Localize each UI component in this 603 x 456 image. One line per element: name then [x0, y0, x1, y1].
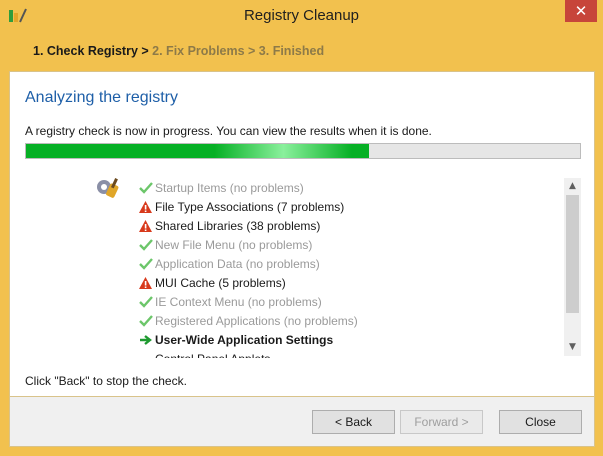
breadcrumb-step-check-registry: 1. Check Registry >	[33, 44, 149, 58]
check-list-item: Control Panel Applets	[137, 349, 557, 359]
check-list-item-label: Shared Libraries (38 problems)	[155, 218, 321, 233]
scroll-down-arrow-icon[interactable]: ▼	[564, 339, 581, 356]
check-list-item-label: User-Wide Application Settings	[155, 332, 334, 347]
scroll-up-arrow-icon[interactable]: ▲	[564, 178, 581, 195]
window-title: Registry Cleanup	[243, 7, 360, 24]
check-list-item: New File Menu (no problems)	[137, 235, 557, 254]
check-list-item-label: Application Data (no problems)	[155, 256, 320, 271]
back-button[interactable]: < Back	[312, 410, 395, 434]
check-list-item-label: File Type Associations (7 problems)	[155, 199, 345, 214]
checkmark-icon	[137, 237, 154, 252]
check-list-item: File Type Associations (7 problems)	[137, 197, 557, 216]
button-bar: < Back Forward > Close	[9, 397, 595, 447]
scan-progress-fill	[26, 144, 370, 158]
scan-progress-bar	[25, 143, 581, 159]
check-list-item-label: Registered Applications (no problems)	[155, 313, 358, 328]
forward-button[interactable]: Forward >	[400, 410, 483, 434]
gear-broom-icon	[97, 178, 119, 198]
check-list-item: Application Data (no problems)	[137, 254, 557, 273]
warning-triangle-icon	[137, 275, 154, 290]
check-list-item: MUI Cache (5 problems)	[137, 273, 557, 292]
checkmark-icon	[137, 313, 154, 328]
check-list-item-label: MUI Cache (5 problems)	[155, 275, 286, 290]
page-heading: Analyzing the registry	[25, 89, 178, 106]
check-list-item-label: Control Panel Applets	[155, 352, 270, 359]
check-list-item: Shared Libraries (38 problems)	[137, 216, 557, 235]
breadcrumb-remaining-steps: 2. Fix Problems > 3. Finished	[148, 44, 325, 58]
main-panel: Analyzing the registry A registry check …	[9, 71, 595, 397]
title-bar: Registry Cleanup ✕	[0, 0, 603, 34]
check-list-item-label: New File Menu (no problems)	[155, 237, 313, 252]
warning-triangle-icon	[137, 199, 154, 214]
check-list-item: Registered Applications (no problems)	[137, 311, 557, 330]
check-list-item: IE Context Menu (no problems)	[137, 292, 557, 311]
right-arrow-icon	[137, 332, 154, 347]
checkmark-icon	[137, 180, 154, 195]
checkmark-icon	[137, 256, 154, 271]
window-close-button[interactable]: ✕	[565, 0, 597, 22]
back-hint-text: Click "Back" to stop the check.	[25, 374, 187, 388]
breadcrumb: 1. Check Registry > 2. Fix Problems > 3.…	[33, 44, 324, 58]
close-button[interactable]: Close	[499, 410, 582, 434]
scrollbar-thumb[interactable]	[566, 195, 579, 313]
warning-triangle-icon	[137, 218, 154, 233]
check-list-item: User-Wide Application Settings	[137, 330, 557, 349]
check-list-item-label: Startup Items (no problems)	[155, 180, 304, 195]
registry-check-list[interactable]: Startup Items (no problems) File Type Ass…	[137, 178, 557, 358]
check-list-item-label: IE Context Menu (no problems)	[155, 294, 322, 309]
pending-icon	[137, 351, 154, 358]
progress-description: A registry check is now in progress. You…	[25, 124, 432, 138]
check-list-item: Startup Items (no problems)	[137, 178, 557, 197]
checkmark-icon	[137, 294, 154, 309]
check-list-scrollbar[interactable]: ▲ ▼	[564, 178, 581, 356]
